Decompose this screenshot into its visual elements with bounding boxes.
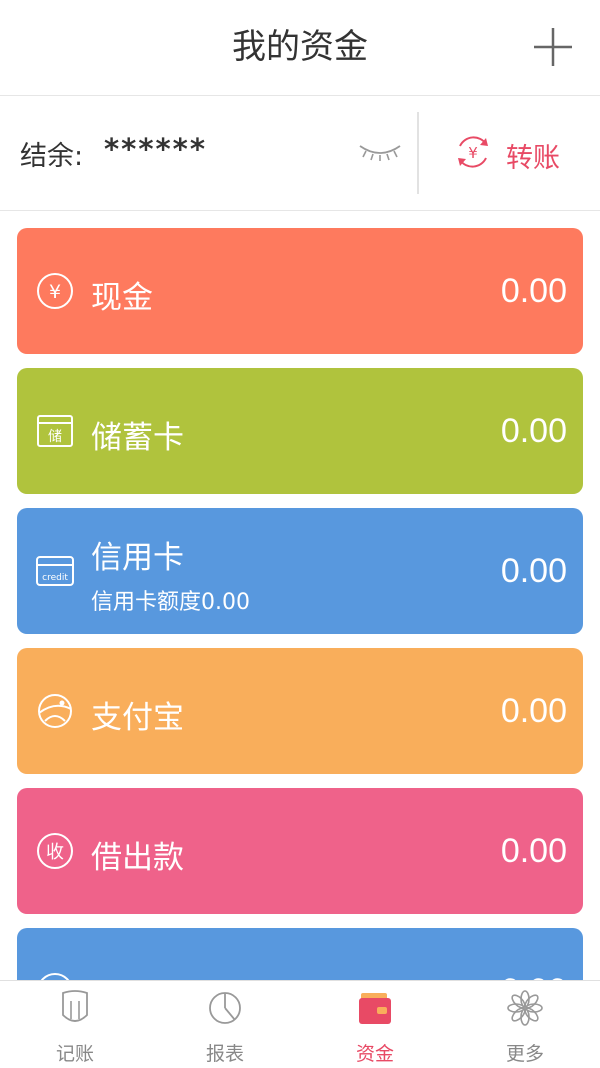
debt-icon: [40, 973, 70, 980]
credit-card-icon: credit: [36, 556, 74, 586]
svg-text:收: 收: [46, 842, 64, 863]
account-amount: 0.00: [500, 272, 567, 310]
header: 我的资金: [0, 0, 600, 96]
bottom-tab-bar: 记账 报表 资金 更多: [0, 980, 600, 1068]
svg-text:¥: ¥: [468, 144, 478, 162]
account-card-debt[interactable]: 欠款 0.00: [17, 928, 583, 980]
tab-label: 更多: [505, 1043, 544, 1065]
balance-value: ******: [104, 132, 207, 166]
account-amount: 0.00: [500, 412, 567, 450]
divider: [417, 112, 419, 194]
yuan-icon: ¥: [37, 273, 73, 309]
account-name: 现金: [91, 280, 153, 316]
wallet-icon: [359, 993, 391, 1024]
account-name: 欠款: [91, 972, 153, 980]
account-card-savings[interactable]: 储 储蓄卡 0.00: [17, 368, 583, 494]
more-flower-icon: [507, 990, 543, 1026]
savings-card-icon: 储: [37, 415, 73, 447]
bookkeeping-icon: [62, 990, 88, 1022]
account-name: 储蓄卡: [91, 420, 184, 456]
account-name: 信用卡: [91, 540, 184, 576]
tab-label: 记账: [55, 1043, 94, 1065]
account-amount: 0.00: [501, 972, 567, 980]
balance-bar: 结余: ****** ¥ 转账: [0, 96, 600, 211]
credit-limit: 信用卡额度0.00: [91, 590, 250, 615]
report-pie-icon: [209, 992, 241, 1024]
account-name: 借出款: [91, 840, 184, 876]
account-card-lent[interactable]: 收 借出款 0.00: [17, 788, 583, 914]
svg-text:credit: credit: [42, 573, 68, 583]
account-amount: 0.00: [500, 832, 567, 870]
tab-funds[interactable]: 资金: [300, 981, 450, 1068]
tab-bookkeeping[interactable]: 记账: [0, 981, 150, 1068]
account-card-cash[interactable]: ¥ 现金 0.00: [17, 228, 583, 354]
transfer-icon: ¥: [458, 136, 488, 168]
account-amount: 0.00: [500, 692, 567, 730]
add-icon[interactable]: [532, 26, 574, 68]
page-title: 我的资金: [232, 27, 368, 67]
svg-text:储: 储: [48, 429, 62, 445]
account-card-alipay[interactable]: 支付宝 0.00: [17, 648, 583, 774]
svg-text:¥: ¥: [49, 281, 61, 303]
tab-report[interactable]: 报表: [150, 981, 300, 1068]
tab-more[interactable]: 更多: [450, 981, 600, 1068]
account-list: ¥ 现金 0.00 储 储蓄卡 0.00 credit 信用卡 信用卡额度0.0…: [0, 228, 600, 980]
account-amount: 0.00: [500, 552, 567, 590]
account-card-credit[interactable]: credit 信用卡 信用卡额度0.00 0.00: [17, 508, 583, 634]
transfer-label: 转账: [506, 143, 560, 174]
tab-label: 报表: [205, 1043, 244, 1065]
alipay-icon: [38, 694, 72, 728]
balance-label: 结余:: [20, 141, 84, 172]
receive-icon: 收: [37, 833, 73, 869]
eye-closed-icon[interactable]: [358, 142, 402, 162]
tab-label: 资金: [355, 1043, 394, 1065]
account-name: 支付宝: [91, 700, 184, 736]
